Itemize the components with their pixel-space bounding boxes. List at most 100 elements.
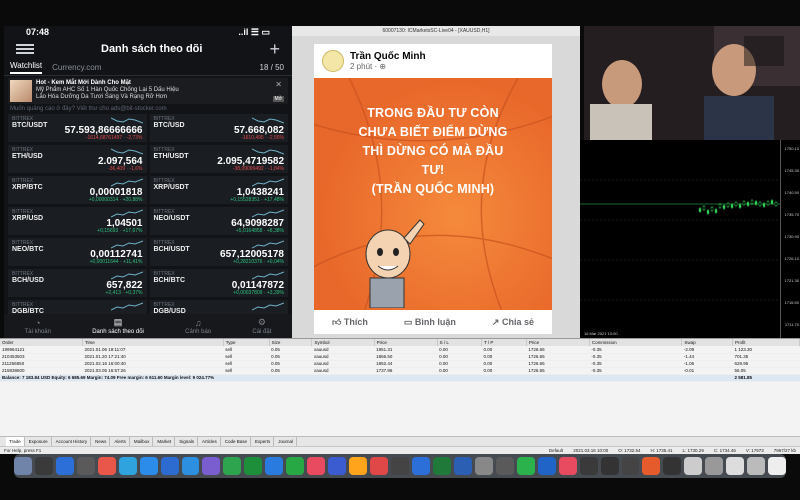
column-header[interactable]: Order <box>0 339 83 346</box>
like-button[interactable]: 👍︎ Thích <box>332 317 368 328</box>
dock-app-icon[interactable] <box>202 457 221 475</box>
dock-app-icon[interactable] <box>474 457 493 475</box>
dock-app-icon[interactable] <box>160 457 179 475</box>
dock-app-icon[interactable] <box>558 457 577 475</box>
coin-tile[interactable]: BITTREX BTC/USDT 57.593,86666666 -1614,6876… <box>8 114 147 142</box>
dock-app-icon[interactable] <box>181 457 200 475</box>
terminal-tab[interactable]: Exposure <box>26 437 52 446</box>
ad-banner[interactable]: Hot - Kem Mắt Mới Dành Cho Mặt Mỹ Phẩm A… <box>8 78 288 104</box>
column-header[interactable]: Symbol <box>311 339 375 346</box>
phone-bottom-nav: ◔ Tài khoản ▤ Danh sách theo dõi ♫ Cảnh báo ⚙ C… <box>4 314 292 338</box>
dock-app-icon[interactable] <box>495 457 514 475</box>
dock-app-icon[interactable] <box>537 457 556 475</box>
coin-tile[interactable]: BITTREX NEO/USDT 64,9098287 +5,0164858 · +8… <box>149 207 288 235</box>
dock-app-icon[interactable] <box>579 457 598 475</box>
dock-app-icon[interactable] <box>747 457 766 475</box>
avatar[interactable] <box>322 50 344 72</box>
terminal-tab[interactable]: Code Base <box>222 437 251 446</box>
dock-app-icon[interactable] <box>370 457 389 475</box>
dock-app-icon[interactable] <box>307 457 326 475</box>
add-icon[interactable]: + <box>269 40 280 58</box>
terminal-tab[interactable]: Account History <box>53 437 92 446</box>
dock-app-icon[interactable] <box>432 457 451 475</box>
dock-app-icon[interactable] <box>223 457 242 475</box>
terminal-tab[interactable]: Journal <box>275 437 298 446</box>
price-chart[interactable]: 16 Mar 2021 10:00 <box>580 140 780 338</box>
phone-nav-item[interactable]: ◔ Tài khoản <box>25 318 51 335</box>
dock-app-icon[interactable] <box>13 457 32 475</box>
ad-open-button[interactable]: Mở <box>272 96 284 102</box>
dock-app-icon[interactable] <box>453 457 472 475</box>
coin-tile[interactable]: BITTREX XRP/USDT 1,0438241 +0,15528351 · +1… <box>149 176 288 204</box>
dock-app-icon[interactable] <box>349 457 368 475</box>
table-cell: xauusd <box>311 360 375 368</box>
dock-app-icon[interactable] <box>684 457 703 475</box>
quote-line-5: (TRẦN QUỐC MINH) <box>371 182 495 196</box>
column-header[interactable]: Size <box>269 339 313 346</box>
comment-button[interactable]: ▭ Bình luận <box>404 317 456 328</box>
phone-nav-item[interactable]: ♫ Cảnh báo <box>185 318 211 335</box>
phone-nav-item[interactable]: ⚙ Cài đặt <box>252 317 271 335</box>
coin-tile[interactable]: BITTREX XRP/BTC 0,00001818 +0,00000314 · +2… <box>8 176 147 204</box>
tab-watchlist[interactable]: Watchlist <box>10 61 43 74</box>
terminal-tab[interactable]: Market <box>154 437 176 446</box>
coin-tile[interactable]: BITTREX BTC/USD 57.668,082 -1610,495 · -2,5… <box>149 114 288 142</box>
coin-tile[interactable]: BITTREX ETH/USDT 2.095,4719582 -38,09099492… <box>149 145 288 173</box>
candle-body <box>706 210 710 214</box>
dock-app-icon[interactable] <box>705 457 724 475</box>
dock-app-icon[interactable] <box>516 457 535 475</box>
dock-app-icon[interactable] <box>76 457 95 475</box>
ad-thumbnail <box>10 80 32 102</box>
coin-tile[interactable]: BITTREX NEO/BTC 0,00112741 +0,00011644 · +1… <box>8 238 147 266</box>
dock-app-icon[interactable] <box>265 457 284 475</box>
column-header[interactable]: Type <box>223 339 270 346</box>
dock-app-icon[interactable] <box>118 457 137 475</box>
dock-app-icon[interactable] <box>97 457 116 475</box>
dock-app-icon[interactable] <box>391 457 409 475</box>
table-row[interactable]: 199964121 2021.01.06 19:11:07 sell 0.05 xauu… <box>0 346 800 354</box>
dock-app-icon[interactable] <box>600 457 619 475</box>
table-cell: -2.09 <box>681 346 733 354</box>
coin-tile[interactable]: BITTREX BCH/BTC 0,01147872 +0,00037809 · +3… <box>149 269 288 297</box>
coin-tile[interactable]: BITTREX BCH/USD 657,822 +2,413 · +0,37% <box>8 269 147 297</box>
dock-app-icon[interactable] <box>34 457 53 475</box>
menu-icon[interactable] <box>16 44 34 54</box>
table-row[interactable]: 211256850 2021.02.16 16:00:40 sell 0.05 xauu… <box>0 360 800 368</box>
terminal-tab[interactable]: Signals <box>176 437 198 446</box>
dock-app-icon[interactable] <box>244 457 263 475</box>
tab-currency[interactable]: Currency.com <box>52 63 101 72</box>
terminal-tab[interactable]: News <box>92 437 111 446</box>
coin-tile[interactable]: BITTREX XRP/USD 1,04501 +0,15693 · +17,67% <box>8 207 147 235</box>
dock-app-icon[interactable] <box>286 457 305 475</box>
column-header[interactable]: Price <box>374 339 438 346</box>
column-header[interactable]: Price <box>526 339 590 346</box>
column-header[interactable]: Commission <box>589 339 683 346</box>
dock-app-icon[interactable] <box>55 457 74 475</box>
column-header[interactable]: Time <box>82 339 224 346</box>
terminal-tab[interactable]: Experts <box>252 437 275 446</box>
dock-app-icon[interactable] <box>621 457 640 475</box>
dock-app-icon[interactable] <box>328 457 347 475</box>
table-row[interactable]: 210453503 2021.01.20 17:21:40 sell 0.05 xauu… <box>0 353 800 361</box>
dock-app-icon[interactable] <box>768 457 787 475</box>
share-button[interactable]: ↗ Chia sẻ <box>492 317 534 328</box>
terminal-tab[interactable]: Trade <box>6 437 25 446</box>
column-header[interactable]: S / L <box>437 339 483 346</box>
coin-tile[interactable]: BITTREX ETH/USD 2.097,564 -36,409 · -1,6% <box>8 145 147 173</box>
dock-app-icon[interactable] <box>726 457 745 475</box>
table-row[interactable]: 215838600 2021.03.05 16:57:26 sell 0.05 xauu… <box>0 367 800 375</box>
dock-app-icon[interactable] <box>139 457 158 475</box>
terminal-tab[interactable]: Articles <box>199 437 221 446</box>
coin-tile[interactable]: BITTREX BCH/USDT 657,12005178 +0,28210376 ·… <box>149 238 288 266</box>
terminal-tab[interactable]: Alerts <box>111 437 130 446</box>
column-header[interactable]: Profit <box>732 339 800 346</box>
column-header[interactable]: Swap <box>681 339 733 346</box>
terminal-tab[interactable]: Mailbox <box>131 437 154 446</box>
column-header[interactable]: T / P <box>481 339 527 346</box>
dock-app-icon[interactable] <box>411 457 430 475</box>
post-author[interactable]: Trần Quốc Minh <box>350 51 426 62</box>
dock-app-icon[interactable] <box>642 457 661 475</box>
dock-app-icon[interactable] <box>663 457 682 475</box>
phone-nav-item[interactable]: ▤ Danh sách theo dõi <box>92 317 144 335</box>
close-icon[interactable]: ✕ <box>275 80 282 89</box>
